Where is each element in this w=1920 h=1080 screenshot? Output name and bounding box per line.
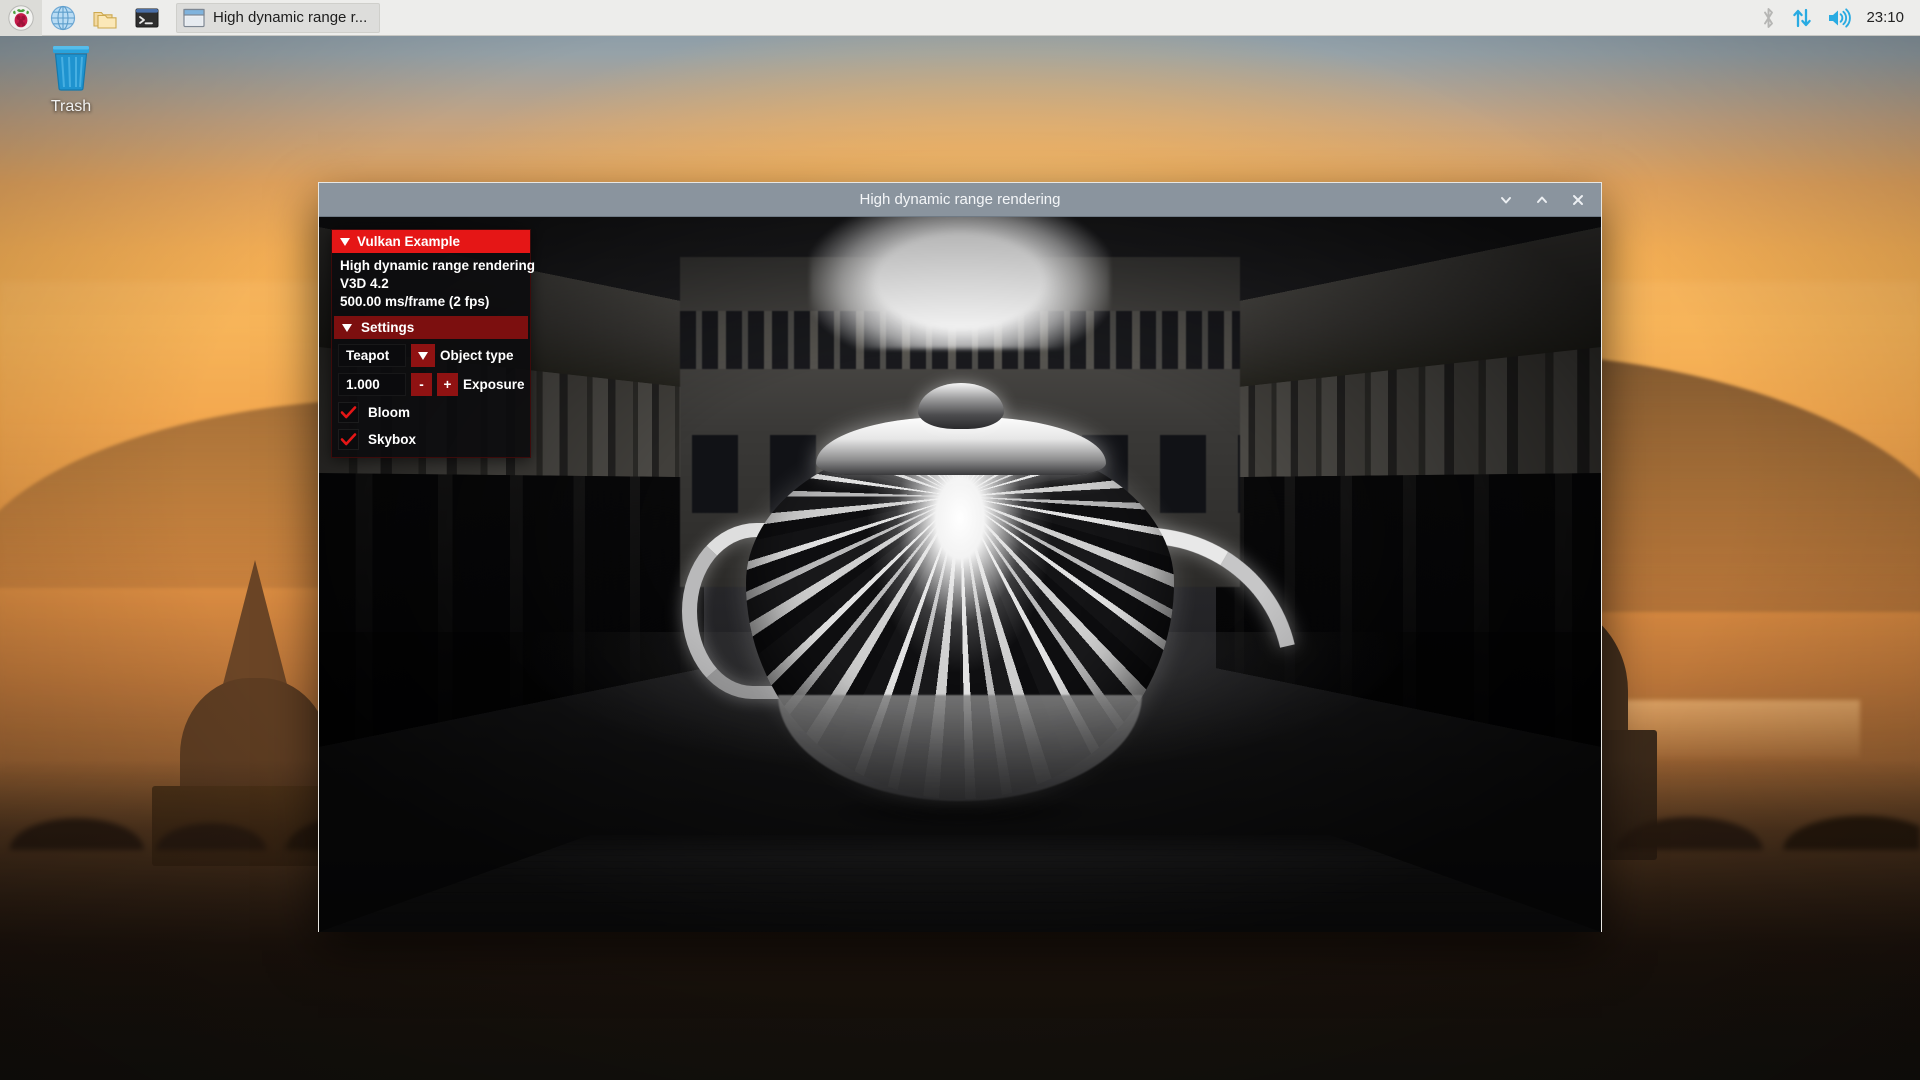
object-type-label: Object type [440, 348, 514, 363]
chevron-down-icon [342, 323, 352, 332]
stat-frame-time: 500.00 ms/frame (2 fps) [340, 294, 490, 309]
imgui-overlay-panel: Vulkan Example High dynamic range render… [331, 229, 536, 458]
close-icon[interactable] [1569, 191, 1587, 209]
window-icon [183, 8, 205, 27]
minimize-icon[interactable] [1497, 191, 1515, 209]
application-window: High dynamic range rendering Vulkan Exam… [318, 182, 1602, 932]
vulkan-render-viewport[interactable]: Vulkan Example High dynamic range render… [319, 217, 1601, 932]
imgui-settings-header[interactable]: Settings [334, 316, 528, 339]
imgui-panel-header[interactable]: Vulkan Example [332, 230, 530, 253]
skybox-label: Skybox [368, 432, 417, 447]
exposure-label: Exposure [463, 377, 525, 392]
imgui-stats-block: High dynamic range rendering V3D 4.2 500… [332, 253, 536, 312]
file-manager-icon[interactable] [84, 0, 126, 36]
desktop-icon-trash[interactable]: Trash [26, 44, 116, 116]
exposure-decrement-button[interactable]: - [411, 373, 432, 396]
taskbar: High dynamic range r... 23:10 [0, 0, 1920, 36]
check-icon [340, 406, 357, 419]
taskbar-window-button[interactable]: High dynamic range r... [176, 2, 381, 33]
skybox-checkbox-row[interactable]: Skybox [332, 426, 530, 457]
network-icon[interactable] [1791, 7, 1813, 29]
imgui-panel-title: Vulkan Example [357, 234, 461, 249]
skybox-checkbox[interactable] [338, 429, 359, 450]
window-title: High dynamic range rendering [859, 191, 1061, 208]
exposure-row: 1.000 - + Exposure [332, 370, 530, 399]
check-icon [340, 433, 357, 446]
window-titlebar[interactable]: High dynamic range rendering [319, 183, 1601, 217]
system-tray: 23:10 [1760, 7, 1920, 29]
terminal-icon[interactable] [126, 0, 168, 36]
stat-device: V3D 4.2 [340, 276, 389, 291]
taskbar-window-label: High dynamic range r... [213, 9, 368, 26]
clock[interactable]: 23:10 [1866, 9, 1904, 26]
taskbar-window-list: High dynamic range r... [176, 2, 381, 33]
bloom-checkbox-row[interactable]: Bloom [332, 399, 530, 426]
volume-icon[interactable] [1827, 7, 1852, 29]
raspberry-menu-icon[interactable] [0, 0, 42, 36]
object-type-value[interactable]: Teapot [338, 344, 406, 367]
desktop-icon-trash-label: Trash [50, 98, 92, 115]
maximize-icon[interactable] [1533, 191, 1551, 209]
bloom-label: Bloom [368, 405, 410, 420]
object-type-row: Teapot Object type [332, 341, 530, 370]
stat-example-name: High dynamic range rendering [340, 258, 536, 273]
object-type-dropdown-button[interactable] [411, 344, 435, 367]
trash-icon [53, 46, 89, 91]
chevron-down-icon [418, 351, 428, 360]
web-browser-icon[interactable] [42, 0, 84, 36]
window-controls [1497, 191, 1601, 209]
exposure-increment-button[interactable]: + [437, 373, 458, 396]
exposure-value[interactable]: 1.000 [338, 373, 406, 396]
bloom-checkbox[interactable] [338, 402, 359, 423]
settings-header-label: Settings [361, 320, 415, 335]
bluetooth-icon[interactable] [1760, 7, 1777, 29]
chevron-down-icon [340, 237, 350, 246]
